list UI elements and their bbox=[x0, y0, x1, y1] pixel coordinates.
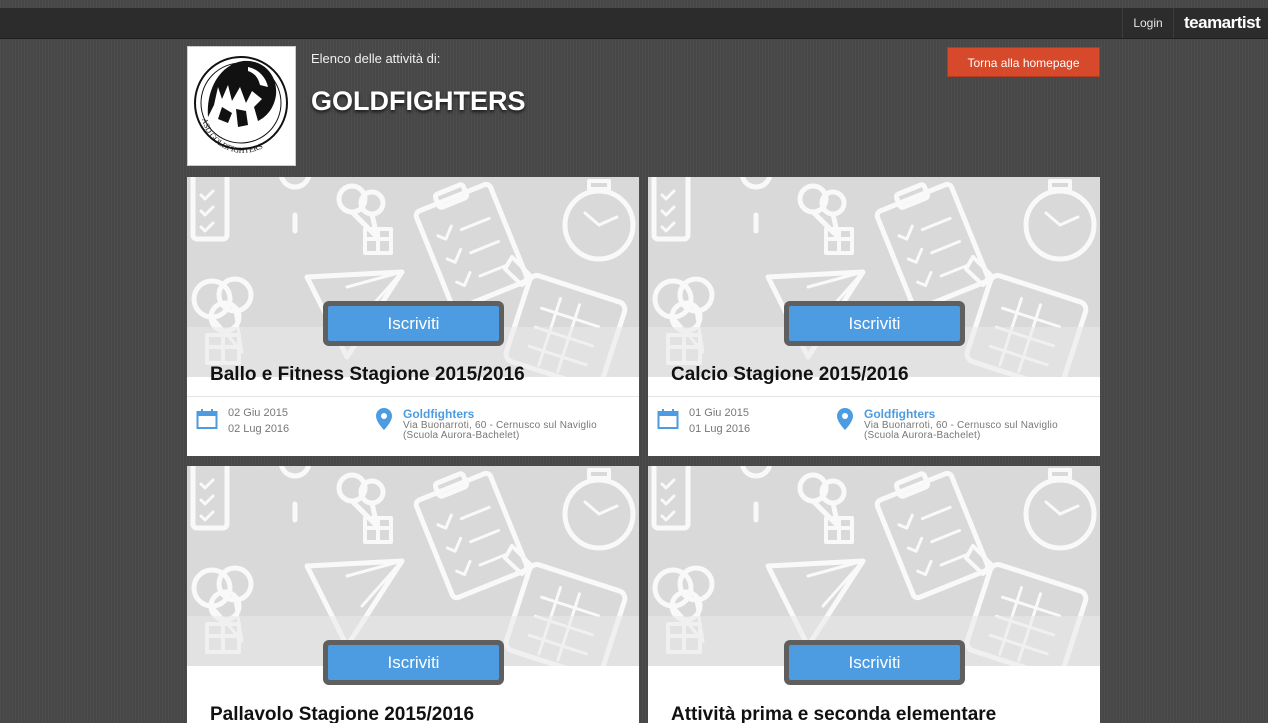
calendar-icon bbox=[657, 409, 679, 429]
activity-card[interactable]: Iscriviti Ballo e Fitness Stagione 2015/… bbox=[187, 177, 639, 456]
activity-title[interactable]: Attività prima e seconda elementare bbox=[671, 704, 996, 723]
card-divider bbox=[648, 396, 1100, 397]
signup-button[interactable]: Iscriviti bbox=[789, 645, 960, 680]
lion-logo-icon: ASD GOLDFIGHTERS bbox=[194, 56, 288, 155]
venue-name[interactable]: Goldfighters bbox=[864, 407, 935, 421]
card-pattern-background bbox=[187, 177, 639, 377]
signup-button-frame: Iscriviti bbox=[323, 301, 504, 346]
top-bar: Login teamartist bbox=[0, 8, 1268, 39]
svg-text:ASD GOLDFIGHTERS: ASD GOLDFIGHTERS bbox=[200, 117, 264, 155]
organization-logo: ASD GOLDFIGHTERS bbox=[187, 46, 296, 166]
venue-name[interactable]: Goldfighters bbox=[403, 407, 474, 421]
end-date: 02 Lug 2016 bbox=[228, 423, 290, 435]
calendar-icon bbox=[196, 409, 218, 429]
activity-card[interactable]: Iscriviti Pallavolo Stagione 2015/2016 bbox=[187, 466, 639, 723]
location-pin-icon bbox=[376, 408, 392, 430]
signup-button-frame: Iscriviti bbox=[323, 640, 504, 685]
start-date: 01 Giu 2015 bbox=[689, 407, 749, 419]
activity-title[interactable]: Ballo e Fitness Stagione 2015/2016 bbox=[210, 364, 525, 386]
signup-button-frame: Iscriviti bbox=[784, 301, 965, 346]
signup-button[interactable]: Iscriviti bbox=[789, 306, 960, 341]
page-subtitle: Elenco delle attività di: bbox=[311, 51, 441, 66]
signup-button-frame: Iscriviti bbox=[784, 640, 965, 685]
brand-logo[interactable]: teamartist bbox=[1184, 8, 1261, 38]
login-link[interactable]: Login bbox=[1122, 8, 1174, 38]
venue-address: Via Buonarroti, 60 - Cernusco sul Navigl… bbox=[864, 420, 1058, 441]
card-divider bbox=[187, 396, 639, 397]
location-pin-icon bbox=[837, 408, 853, 430]
signup-button[interactable]: Iscriviti bbox=[328, 645, 499, 680]
venue-address: Via Buonarroti, 60 - Cernusco sul Navigl… bbox=[403, 420, 597, 441]
card-pattern-background bbox=[187, 466, 639, 666]
logo-text: ASD GOLDFIGHTERS bbox=[200, 117, 264, 155]
activity-title[interactable]: Pallavolo Stagione 2015/2016 bbox=[210, 704, 474, 723]
activity-card[interactable]: Iscriviti Calcio Stagione 2015/2016 01 G… bbox=[648, 177, 1100, 456]
back-to-homepage-button[interactable]: Torna alla homepage bbox=[947, 47, 1100, 77]
card-pattern-background bbox=[648, 466, 1100, 666]
activity-card[interactable]: Iscriviti Attività prima e seconda eleme… bbox=[648, 466, 1100, 723]
start-date: 02 Giu 2015 bbox=[228, 407, 288, 419]
activity-title[interactable]: Calcio Stagione 2015/2016 bbox=[671, 364, 909, 386]
card-pattern-background bbox=[648, 177, 1100, 377]
end-date: 01 Lug 2016 bbox=[689, 423, 751, 435]
page-title: GOLDFIGHTERS bbox=[311, 86, 526, 116]
signup-button[interactable]: Iscriviti bbox=[328, 306, 499, 341]
